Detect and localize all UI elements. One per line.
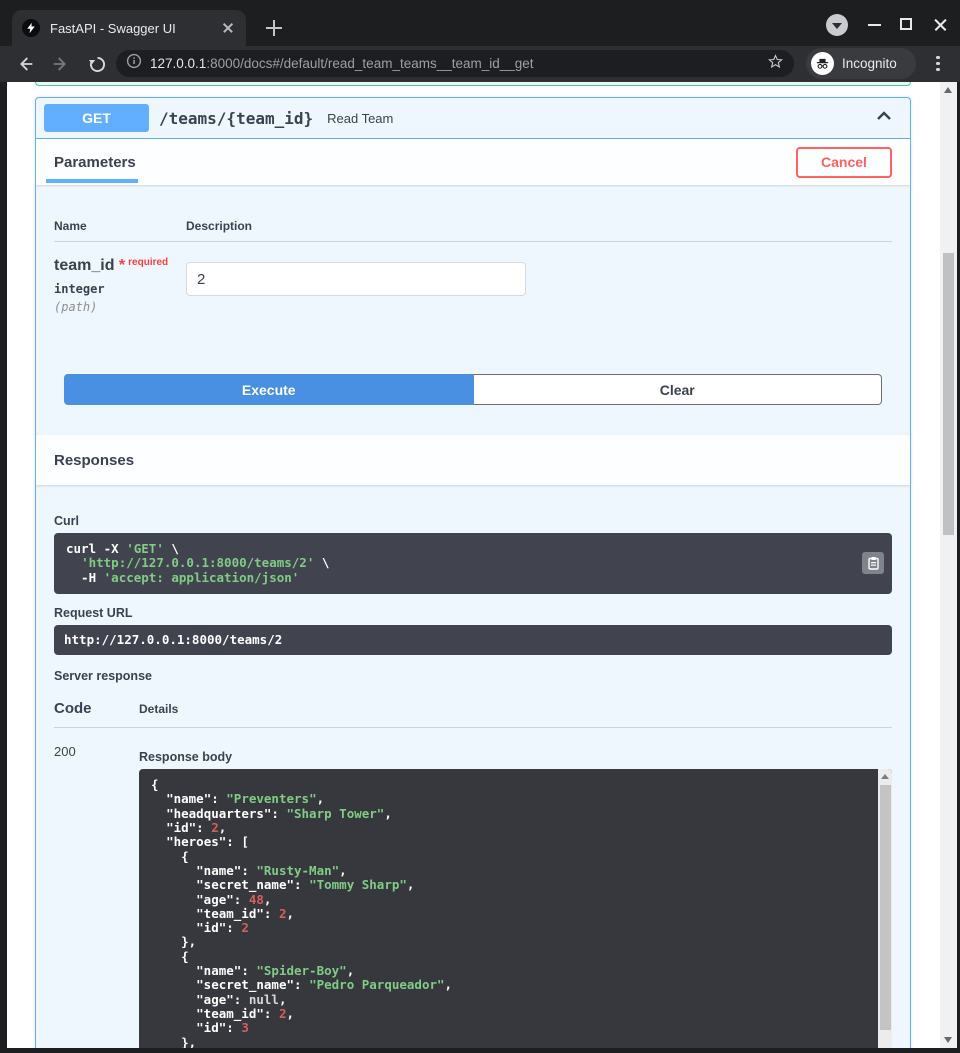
parameters-section: Name Description team_id *required integ… [36,185,910,435]
response-scrollbar-thumb[interactable] [880,785,891,1030]
required-asterisk: * [114,257,125,274]
collapse-chevron-icon[interactable] [876,109,892,128]
description-column-header: Description [186,219,252,233]
copy-to-clipboard-button[interactable] [862,552,884,574]
site-info-icon[interactable] [126,53,142,74]
status-code: 200 [54,741,139,1048]
curl-code: curl -X 'GET' \ 'http://127.0.0.1:8000/t… [66,542,880,585]
address-bar[interactable]: 127.0.0.1:8000/docs#/default/read_team_t… [116,50,794,77]
response-body-scrollbar[interactable] [878,769,892,1048]
responses-section-header: Responses [36,435,910,485]
swagger-page: GET /teams/{team_id} Read Team Parameter… [7,82,940,1048]
tab-title: FastAPI - Swagger UI [50,21,220,36]
page-scroll-down-icon[interactable] [944,1037,952,1043]
curl-label: Curl [54,514,892,528]
browser-menu-button[interactable] [934,53,942,74]
opblock-summary[interactable]: GET /teams/{team_id} Read Team [36,98,910,139]
parameter-type: integer [54,282,186,296]
forward-button[interactable] [48,51,74,77]
response-body-block: { "name": "Preventers", "headquarters": … [139,769,892,1048]
method-get-badge: GET [44,104,149,132]
opblock-get-teams: GET /teams/{team_id} Read Team Parameter… [35,97,911,1048]
window-titlebar: FastAPI - Swagger UI [0,0,960,46]
reload-button[interactable] [84,51,110,77]
scroll-up-arrow-icon[interactable] [881,774,889,779]
page-scroll-up-icon[interactable] [944,87,952,93]
details-column-header: Details [139,702,178,716]
cancel-button[interactable]: Cancel [796,147,892,178]
parameters-tab-label: Parameters [54,154,136,171]
request-url-label: Request URL [54,606,892,620]
parameters-table-header: Name Description [54,219,892,242]
fastapi-favicon-icon [22,19,40,37]
window-maximize-button[interactable] [900,18,912,30]
request-url-value: http://127.0.0.1:8000/teams/2 [64,633,882,647]
page-scrollbar-thumb[interactable] [943,253,954,535]
previous-opblock-edge [35,82,911,86]
curl-block: curl -X 'GET' \ 'http://127.0.0.1:8000/t… [54,533,892,594]
url-text[interactable]: 127.0.0.1:8000/docs#/default/read_team_t… [150,56,767,71]
clear-button[interactable]: Clear [474,374,883,405]
required-label: required [128,257,168,268]
responses-title: Responses [36,452,134,469]
browser-update-icon[interactable] [826,14,848,36]
response-body-code: { "name": "Preventers", "headquarters": … [139,769,892,1048]
window-close-button[interactable] [933,17,949,33]
incognito-badge: Incognito [806,48,916,79]
execute-row: Execute Clear [64,374,882,405]
bookmark-star-icon[interactable] [767,53,784,75]
request-url-block: http://127.0.0.1:8000/teams/2 [54,625,892,655]
endpoint-path: /teams/{team_id} [159,109,313,128]
page-scrollbar[interactable] [940,82,957,1048]
code-column-header: Code [54,700,139,717]
response-row: 200 Response body { "name": "Preventers"… [54,741,892,1048]
window-minimize-button[interactable] [868,24,881,26]
server-response-label: Server response [54,669,892,683]
execute-button[interactable]: Execute [64,374,474,405]
browser-tab[interactable]: FastAPI - Swagger UI [12,10,246,46]
new-tab-button[interactable] [262,15,288,41]
parameters-section-header: Parameters Cancel [36,139,910,185]
endpoint-summary: Read Team [327,111,393,126]
incognito-icon [811,52,834,75]
parameter-location: (path) [54,300,186,314]
responses-section: Curl curl -X 'GET' \ 'http://127.0.0.1:8… [36,485,910,1048]
tab-close-icon[interactable] [220,20,236,36]
parameter-name: team_id *required [54,257,186,275]
parameter-row: team_id *required integer (path) [54,242,892,314]
back-button[interactable] [12,51,38,77]
team-id-input[interactable] [186,262,526,296]
name-column-header: Name [54,219,186,233]
tab-parameters[interactable]: Parameters [36,139,154,185]
response-body-label: Response body [139,741,892,764]
response-table-header: Code Details [54,700,892,728]
active-tab-indicator [46,179,138,184]
incognito-label: Incognito [842,56,897,71]
